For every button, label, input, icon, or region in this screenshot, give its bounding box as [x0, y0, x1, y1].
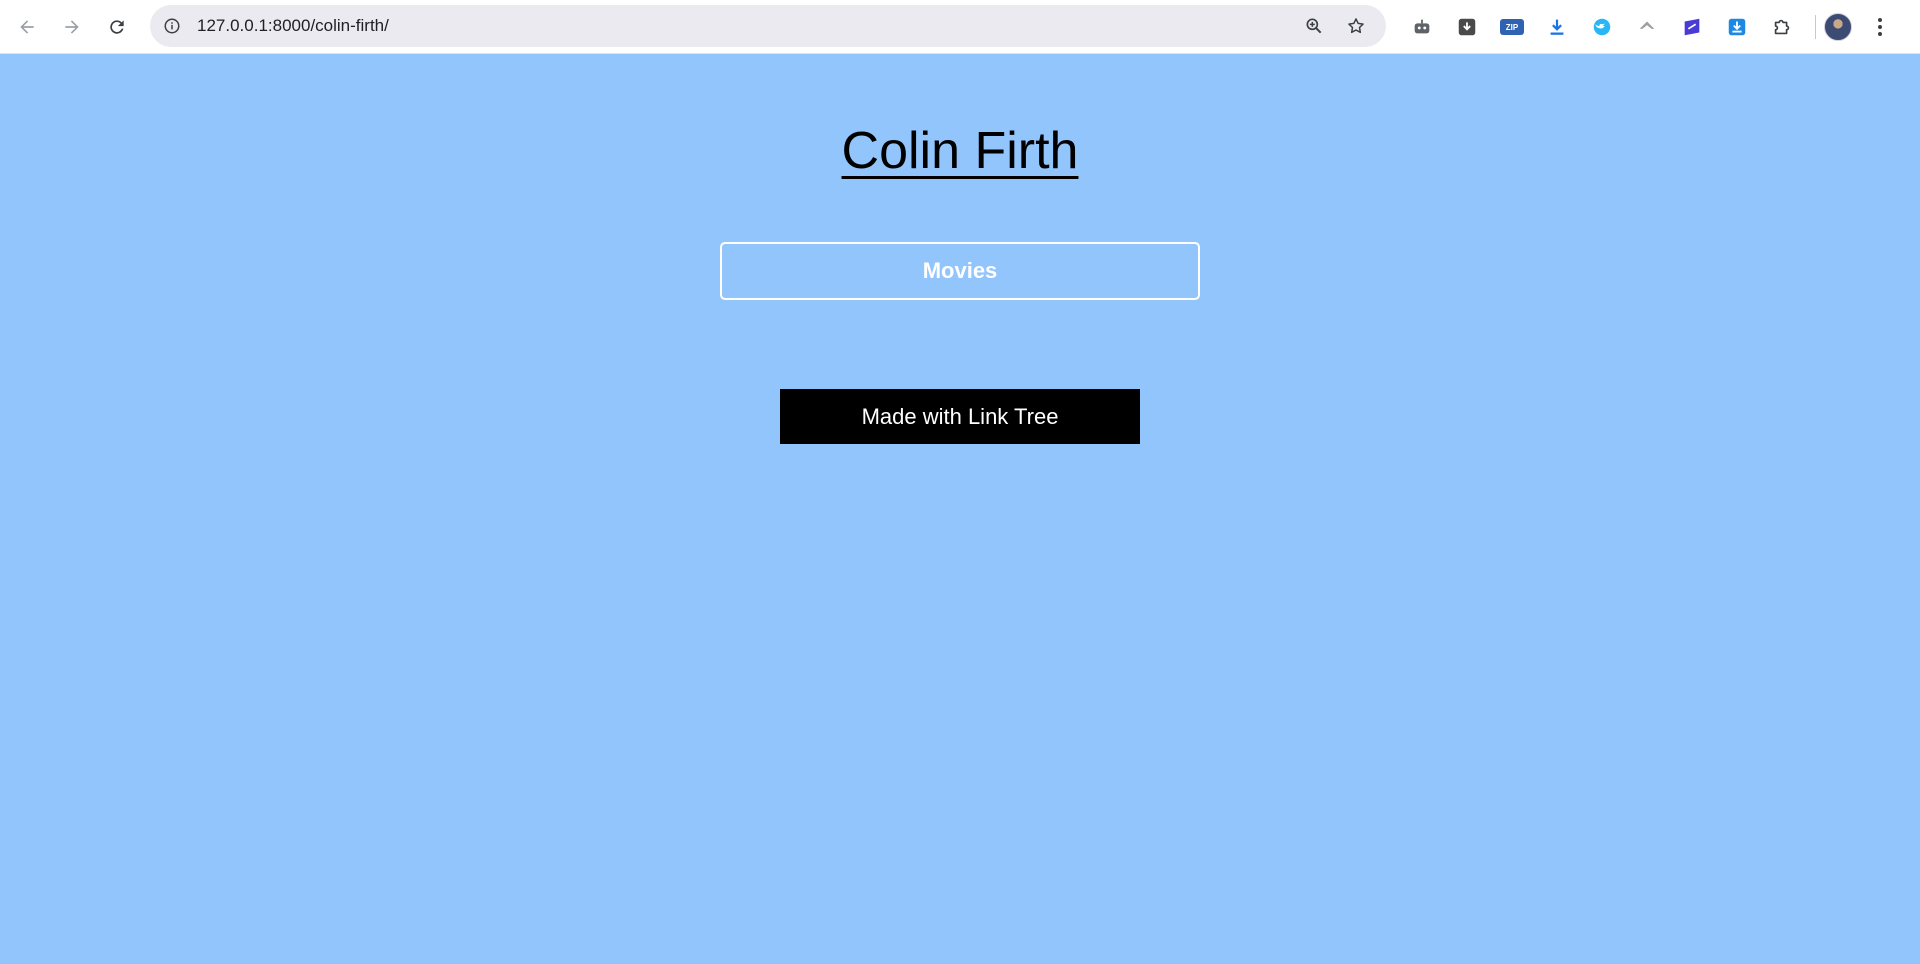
extension-bird[interactable] — [1582, 7, 1622, 47]
download-arrow-extension-icon — [1550, 19, 1564, 35]
page-content: Colin Firth Movies Made with Link Tree — [0, 54, 1920, 964]
site-info-button[interactable] — [157, 11, 187, 41]
robot-extension-icon — [1414, 19, 1430, 34]
dot-icon — [1878, 18, 1882, 22]
zoom-in-icon — [1306, 18, 1322, 34]
toolbar-separator — [1815, 15, 1816, 39]
address-bar[interactable]: 127.0.0.1:8000/colin-firth/ — [150, 5, 1386, 47]
movies-link-button[interactable]: Movies — [720, 242, 1200, 300]
extension-download-box[interactable] — [1447, 7, 1487, 47]
reload-button[interactable] — [99, 9, 135, 45]
browser-toolbar: 127.0.0.1:8000/colin-firth/ ZIP — [0, 0, 1920, 54]
page-title: Colin Firth — [841, 122, 1079, 180]
info-icon — [164, 18, 180, 34]
bookmark-button[interactable] — [1338, 8, 1374, 44]
bird-extension-icon — [1593, 18, 1611, 36]
puzzle-extensions-icon — [1774, 19, 1790, 35]
download-square-extension-icon — [1728, 18, 1746, 36]
zoom-button[interactable] — [1296, 8, 1332, 44]
zip-extension-icon: ZIP — [1500, 19, 1524, 35]
back-button[interactable] — [9, 9, 45, 45]
extension-robot[interactable] — [1402, 7, 1442, 47]
extensions-area: ZIP — [1402, 7, 1898, 47]
reload-icon — [110, 19, 124, 34]
browser-menu-button[interactable] — [1862, 9, 1898, 45]
dot-icon — [1878, 25, 1882, 29]
extension-zip[interactable]: ZIP — [1492, 7, 1532, 47]
star-icon — [1348, 18, 1364, 34]
arrow-right-icon — [65, 19, 79, 34]
made-with-link-tree-badge[interactable]: Made with Link Tree — [780, 389, 1140, 444]
extensions-menu-button[interactable] — [1762, 7, 1802, 47]
url-text[interactable]: 127.0.0.1:8000/colin-firth/ — [197, 16, 1290, 36]
extension-download-arrow[interactable] — [1537, 7, 1577, 47]
profile-avatar[interactable] — [1824, 13, 1852, 41]
extension-download-square[interactable] — [1717, 7, 1757, 47]
airplane-extension-icon — [1639, 21, 1655, 29]
download-box-extension-icon — [1458, 18, 1476, 36]
forward-button[interactable] — [54, 9, 90, 45]
arrow-left-icon — [20, 19, 34, 34]
note-extension-icon — [1684, 18, 1700, 36]
extension-note[interactable] — [1672, 7, 1712, 47]
dot-icon — [1878, 32, 1882, 36]
extension-airplane[interactable] — [1627, 7, 1667, 47]
